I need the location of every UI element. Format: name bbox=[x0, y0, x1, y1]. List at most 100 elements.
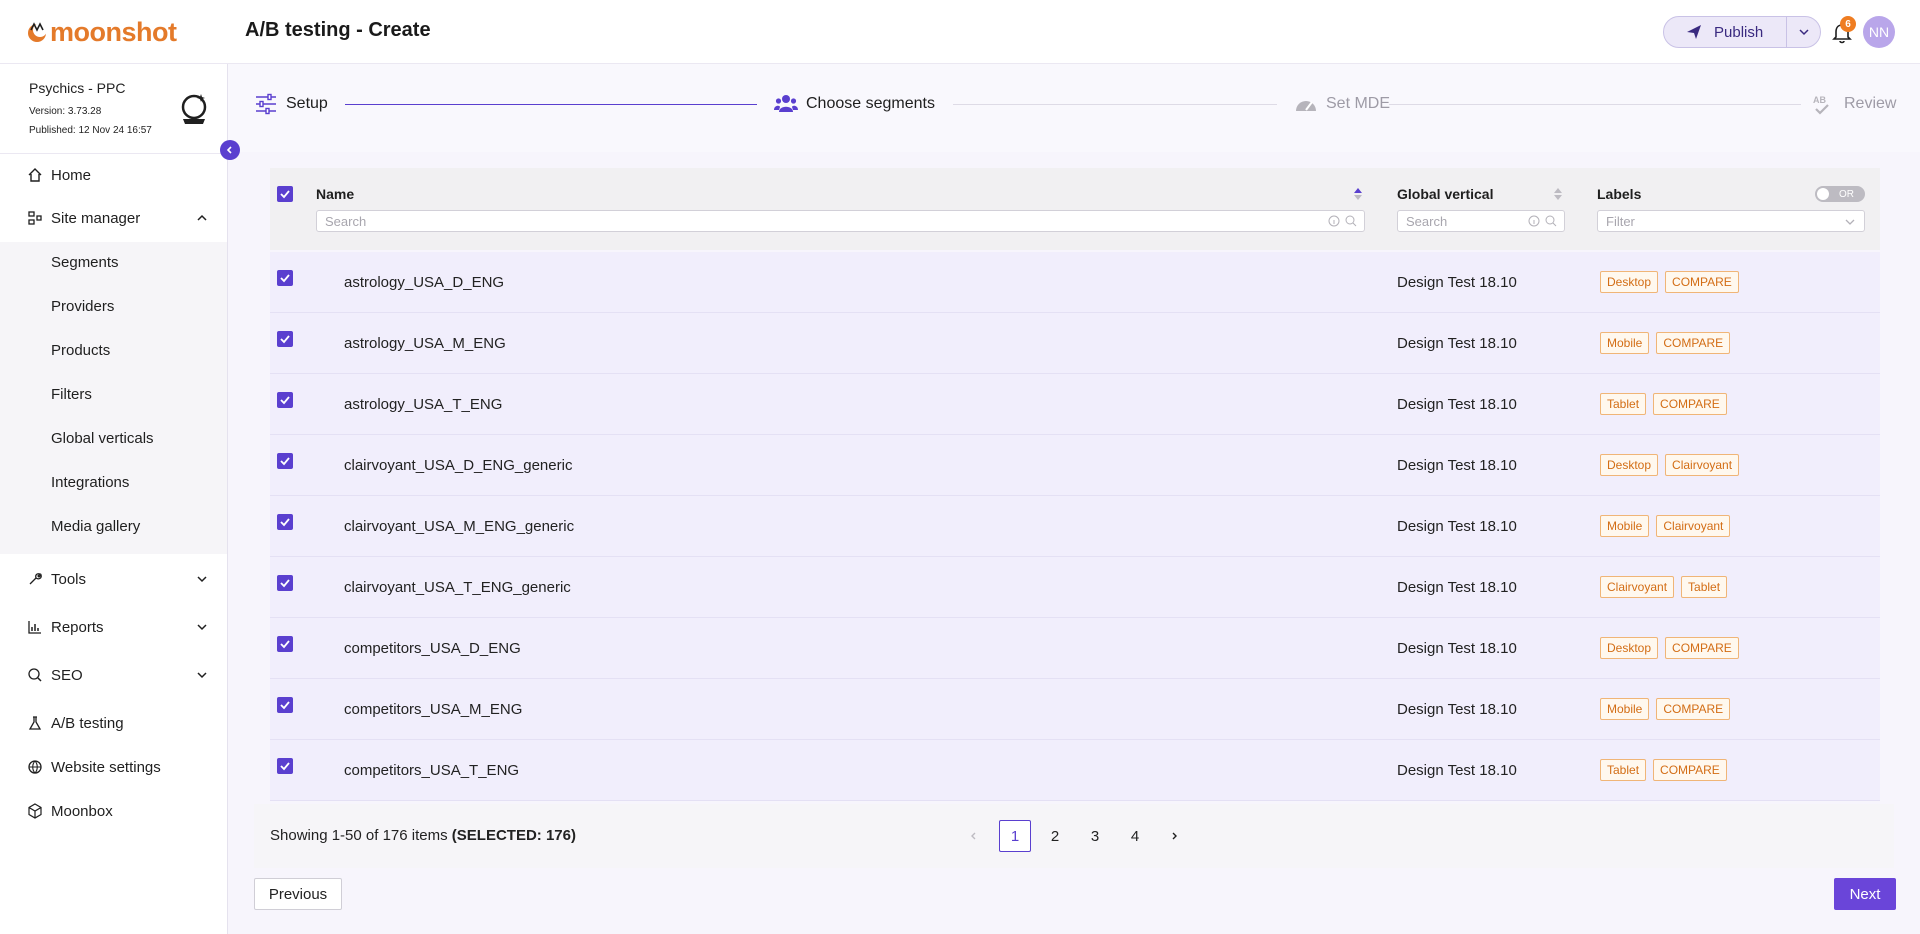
search-globe-icon bbox=[28, 668, 42, 682]
label-tags: Mobile COMPARE bbox=[1600, 332, 1731, 354]
label-tag: COMPARE bbox=[1665, 637, 1739, 659]
sidebar-item-reports[interactable]: Reports bbox=[0, 607, 227, 647]
global-vertical: Design Test 18.10 bbox=[1397, 457, 1517, 474]
sidebar-item-label: Moonbox bbox=[51, 802, 113, 820]
next-button[interactable]: Next bbox=[1834, 878, 1896, 910]
row-checkbox[interactable] bbox=[277, 270, 293, 286]
label-tag: COMPARE bbox=[1653, 759, 1727, 781]
sidebar-subitem-media-gallery[interactable]: Media gallery bbox=[0, 508, 227, 544]
table-row[interactable]: competitors_USA_M_ENG Design Test 18.10 Mo… bbox=[270, 679, 1880, 740]
chevron-left-icon bbox=[971, 832, 976, 840]
label-tag: COMPARE bbox=[1665, 271, 1739, 293]
sort-icon[interactable] bbox=[1553, 186, 1563, 202]
column-header-global-vertical[interactable]: Global vertical bbox=[1397, 186, 1493, 202]
row-checkbox[interactable] bbox=[277, 575, 293, 591]
sidebar-item-label: Reports bbox=[51, 618, 104, 636]
publish-button[interactable]: Publish bbox=[1664, 17, 1788, 47]
chevron-up-icon bbox=[197, 214, 207, 221]
moonshot-logo[interactable]: moonshot bbox=[26, 16, 177, 48]
global-vertical: Design Test 18.10 bbox=[1397, 396, 1517, 413]
chevron-left-icon bbox=[226, 146, 232, 154]
site-info: Psychics - PPC Version: 3.73.28 Publishe… bbox=[0, 64, 227, 154]
step-set-mde[interactable]: Set MDE bbox=[1294, 92, 1390, 116]
label-tag: Clairvoyant bbox=[1656, 515, 1731, 537]
row-checkbox[interactable] bbox=[277, 697, 293, 713]
table-row[interactable]: astrology_USA_M_ENG Design Test 18.10 Mobi… bbox=[270, 313, 1880, 374]
sidebar-item-tools[interactable]: Tools bbox=[0, 559, 227, 599]
pagination-page-1[interactable]: 1 bbox=[999, 820, 1031, 852]
sidebar-subitem-global-verticals[interactable]: Global verticals bbox=[0, 420, 227, 456]
search-icon bbox=[1345, 215, 1357, 227]
chevron-down-icon bbox=[1845, 219, 1855, 225]
sidebar-subitem-integrations[interactable]: Integrations bbox=[0, 464, 227, 500]
sidebar-subitem-products[interactable]: Products bbox=[0, 332, 227, 368]
top-header: moonshot A/B testing - Create Publish 6 … bbox=[0, 0, 1920, 64]
table-row[interactable]: competitors_USA_T_ENG Design Test 18.10 Ta… bbox=[270, 740, 1880, 801]
crystal-ball-icon bbox=[181, 94, 207, 124]
label-tag: Tablet bbox=[1681, 576, 1728, 598]
global-vertical: Design Test 18.10 bbox=[1397, 762, 1517, 779]
send-icon bbox=[1687, 25, 1701, 39]
notification-badge: 6 bbox=[1840, 16, 1856, 32]
row-checkbox[interactable] bbox=[277, 453, 293, 469]
sidebar-item-ab-testing[interactable]: A/B testing bbox=[0, 703, 227, 743]
row-checkbox[interactable] bbox=[277, 514, 293, 530]
vertical-search-input[interactable]: Search bbox=[1397, 210, 1565, 232]
row-checkbox[interactable] bbox=[277, 758, 293, 774]
sidebar-collapse-button[interactable] bbox=[220, 140, 240, 160]
step-progress bbox=[228, 64, 1920, 152]
sidebar-subitem-filters[interactable]: Filters bbox=[0, 376, 227, 412]
step-setup[interactable]: Setup bbox=[254, 92, 328, 116]
column-header-labels: Labels bbox=[1597, 186, 1642, 202]
table-row[interactable]: clairvoyant_USA_M_ENG_generic Design Test… bbox=[270, 496, 1880, 557]
sidebar-item-seo[interactable]: SEO bbox=[0, 655, 227, 695]
global-vertical: Design Test 18.10 bbox=[1397, 701, 1517, 718]
column-header-name[interactable]: Name bbox=[316, 186, 354, 202]
sidebar-item-moonbox[interactable]: Moonbox bbox=[0, 791, 227, 831]
sidebar: Psychics - PPC Version: 3.73.28 Publishe… bbox=[0, 64, 228, 934]
table-row[interactable]: clairvoyant_USA_D_ENG_generic Design Test… bbox=[270, 435, 1880, 496]
sidebar-item-home[interactable]: Home bbox=[0, 155, 227, 195]
sidebar-item-site-manager[interactable]: Site manager bbox=[0, 198, 227, 238]
info-icon bbox=[1528, 215, 1540, 227]
check-icon bbox=[280, 274, 290, 283]
sort-icon[interactable] bbox=[1353, 186, 1363, 202]
pagination-next[interactable] bbox=[1162, 820, 1186, 852]
select-all-checkbox[interactable] bbox=[277, 186, 293, 202]
gauge-icon bbox=[1296, 101, 1316, 111]
toggle-label: OR bbox=[1839, 188, 1854, 200]
row-checkbox[interactable] bbox=[277, 636, 293, 652]
pagination-prev[interactable] bbox=[962, 820, 986, 852]
name-search-input[interactable]: Search bbox=[316, 210, 1365, 232]
step-review[interactable]: AB Review bbox=[1812, 92, 1896, 116]
previous-button[interactable]: Previous bbox=[254, 878, 342, 910]
publish-label: Publish bbox=[1714, 23, 1764, 41]
table-row[interactable]: competitors_USA_D_ENG Design Test 18.10 De… bbox=[270, 618, 1880, 679]
check-icon bbox=[280, 190, 290, 199]
step-choose-segments[interactable]: Choose segments bbox=[774, 92, 935, 116]
table-row[interactable]: astrology_USA_D_ENG Design Test 18.10 Desk… bbox=[270, 252, 1880, 313]
labels-or-toggle[interactable]: OR bbox=[1815, 186, 1865, 202]
check-icon bbox=[280, 579, 290, 588]
pagination-page-2[interactable]: 2 bbox=[1039, 820, 1071, 852]
table-row[interactable]: astrology_USA_T_ENG Design Test 18.10 Tabl… bbox=[270, 374, 1880, 435]
segment-name: astrology_USA_D_ENG bbox=[344, 274, 505, 291]
ab-check-icon: AB bbox=[1813, 95, 1829, 115]
labels-filter-select[interactable]: Filter bbox=[1597, 210, 1865, 232]
publish-dropdown-button[interactable] bbox=[1787, 17, 1820, 47]
label-tags: Mobile COMPARE bbox=[1600, 698, 1731, 720]
segment-name: competitors_USA_M_ENG bbox=[344, 701, 523, 718]
row-checkbox[interactable] bbox=[277, 331, 293, 347]
sidebar-item-website-settings[interactable]: Website settings bbox=[0, 747, 227, 787]
pagination-page-3[interactable]: 3 bbox=[1079, 820, 1111, 852]
user-avatar[interactable]: NN bbox=[1863, 16, 1895, 48]
row-checkbox[interactable] bbox=[277, 392, 293, 408]
label-tag: Tablet bbox=[1600, 393, 1647, 415]
bar-chart-icon bbox=[28, 621, 41, 634]
sidebar-subitem-segments[interactable]: Segments bbox=[0, 244, 227, 280]
sidebar-subitem-providers[interactable]: Providers bbox=[0, 288, 227, 324]
table-row[interactable]: clairvoyant_USA_T_ENG_generic Design Test… bbox=[270, 557, 1880, 618]
step-label: Review bbox=[1844, 95, 1897, 112]
label-tags: Desktop COMPARE bbox=[1600, 637, 1739, 659]
pagination-page-4[interactable]: 4 bbox=[1119, 820, 1151, 852]
